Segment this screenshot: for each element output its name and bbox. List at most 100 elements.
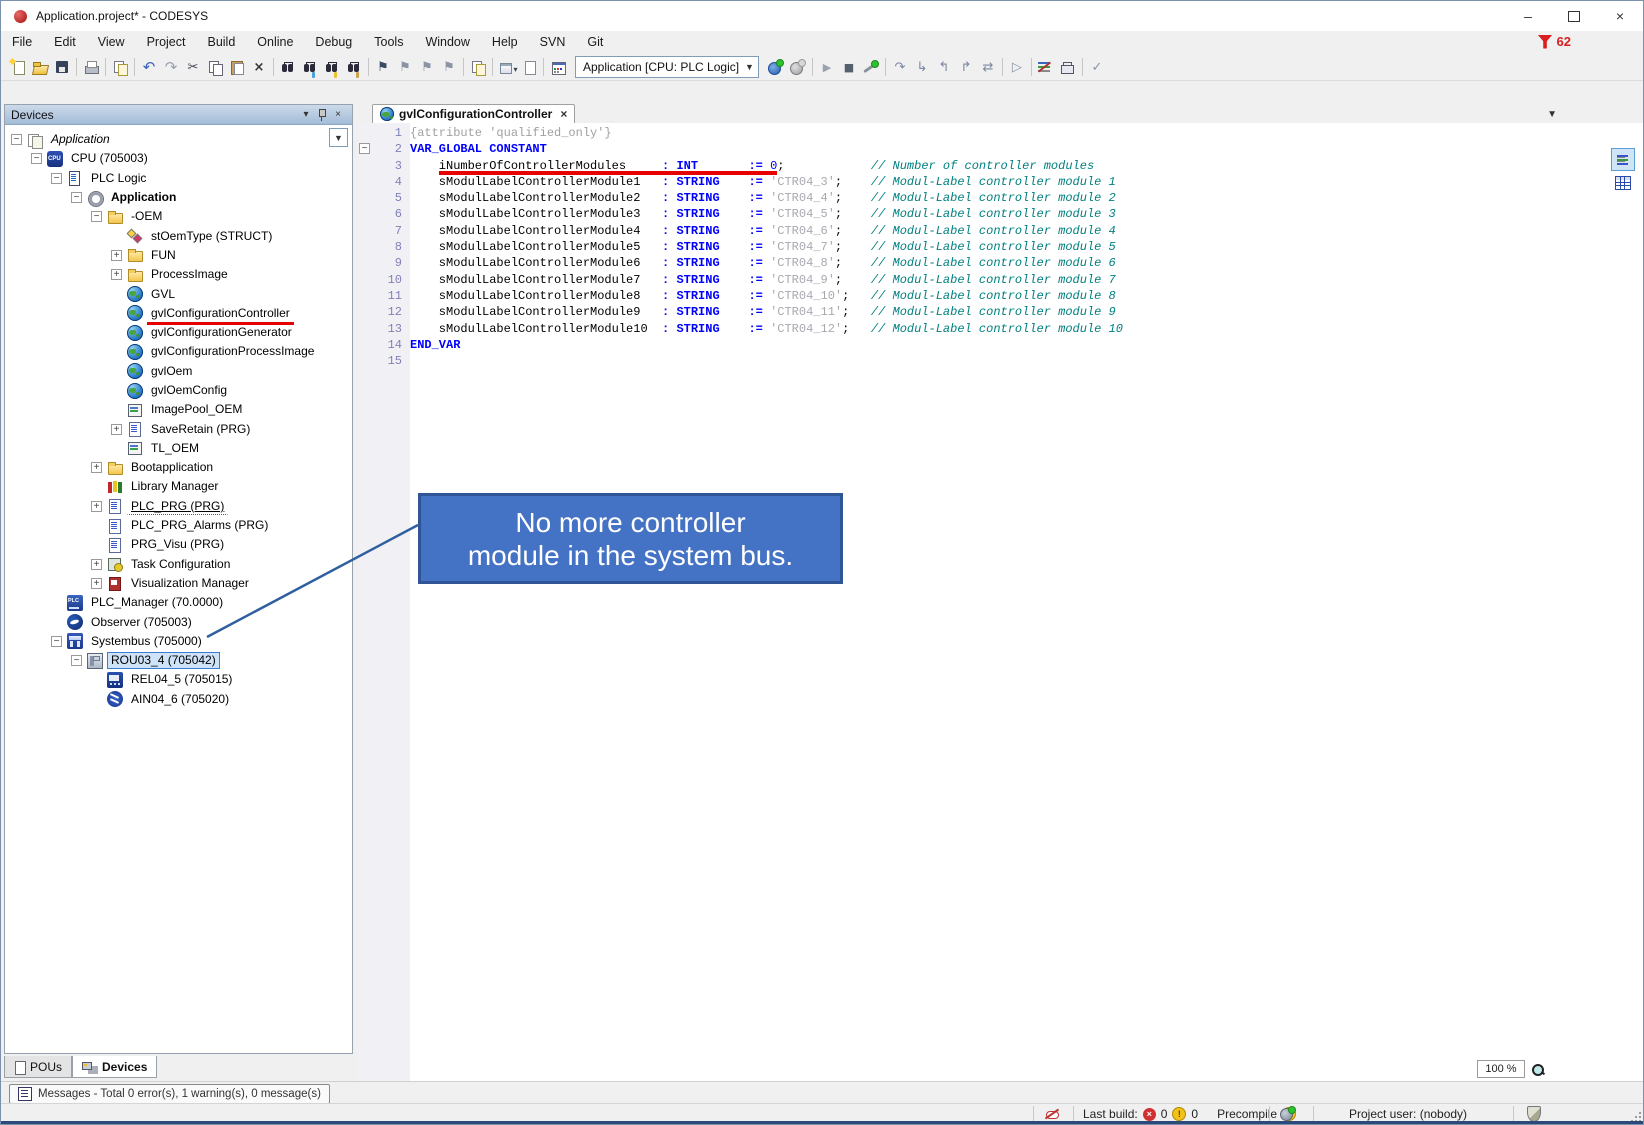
tree-item[interactable]: +Bootapplication xyxy=(5,458,352,477)
editor-zoom-level[interactable]: 100 % xyxy=(1477,1060,1525,1078)
collapse-box[interactable]: − xyxy=(11,134,22,145)
tree-item[interactable]: ImagePool_OEM xyxy=(5,400,352,419)
expand-box[interactable]: + xyxy=(111,424,122,435)
svn-commit-button[interactable]: ✓ xyxy=(1086,56,1108,78)
input-assistant-button[interactable] xyxy=(496,56,518,78)
toggle-bookmark-button[interactable]: ⚑ xyxy=(372,56,394,78)
tree-item[interactable]: stOemType (STRUCT) xyxy=(5,226,352,245)
clear-bookmarks-button[interactable]: ⚑ xyxy=(438,56,460,78)
close-button[interactable]: × xyxy=(1597,1,1643,31)
tree-item[interactable]: gvlConfigurationGenerator xyxy=(5,323,352,342)
compile-status[interactable] xyxy=(1279,1106,1296,1122)
login-button[interactable] xyxy=(765,56,787,78)
cut-button[interactable]: ✂ xyxy=(182,56,204,78)
menu-edit[interactable]: Edit xyxy=(43,31,87,54)
tabular-view-button[interactable] xyxy=(1611,171,1635,194)
menu-project[interactable]: Project xyxy=(136,31,197,54)
editor-zoom-button[interactable] xyxy=(1528,1061,1548,1079)
tree-item[interactable]: +Task Configuration xyxy=(5,555,352,574)
minimize-button[interactable]: – xyxy=(1505,1,1551,31)
tree-item[interactable]: gvlOem xyxy=(5,362,352,381)
tab-list-dropdown[interactable]: ▼ xyxy=(1547,109,1557,120)
menu-git[interactable]: Git xyxy=(576,31,614,54)
print-button[interactable] xyxy=(80,56,102,78)
tree-item[interactable]: Observer (705003) xyxy=(5,612,352,631)
security-status[interactable] xyxy=(1527,1106,1541,1122)
menu-window[interactable]: Window xyxy=(414,31,480,54)
expand-box[interactable]: + xyxy=(111,269,122,280)
expand-box[interactable]: + xyxy=(91,501,102,512)
tab-pous[interactable]: POUs xyxy=(4,1056,72,1078)
tree-item[interactable]: TL_OEM xyxy=(5,439,352,458)
reset-button[interactable]: ⇄ xyxy=(977,56,999,78)
tree-item[interactable]: +Visualization Manager xyxy=(5,574,352,593)
messages-summary-button[interactable]: Messages - Total 0 error(s), 1 warning(s… xyxy=(9,1084,330,1104)
tree-item[interactable]: −-OEM xyxy=(5,207,352,226)
forward-button[interactable]: ▷ xyxy=(1006,56,1028,78)
project-user[interactable]: Project user: (nobody) xyxy=(1349,1106,1467,1122)
tree-item[interactable]: PLC_Manager (70.0000) xyxy=(5,593,352,612)
textual-view-button[interactable] xyxy=(1611,148,1635,171)
active-application-combo[interactable]: Application [CPU: PLC Logic] ▼ xyxy=(575,56,759,78)
tree-item[interactable]: −Application xyxy=(5,130,352,149)
tree-item[interactable]: +ProcessImage xyxy=(5,265,352,284)
menu-build[interactable]: Build xyxy=(196,31,246,54)
export-button[interactable] xyxy=(467,56,489,78)
replace-all-button[interactable] xyxy=(343,56,365,78)
pin-button[interactable] xyxy=(314,108,330,122)
tab-close-icon[interactable]: × xyxy=(560,107,567,121)
previous-bookmark-button[interactable]: ⚑ xyxy=(394,56,416,78)
tree-item[interactable]: GVL xyxy=(5,284,352,303)
collapse-box[interactable]: − xyxy=(31,153,42,164)
tree-item[interactable]: REL04_5 (705015) xyxy=(5,670,352,689)
tree-item[interactable]: −PLC Logic xyxy=(5,169,352,188)
code-editor[interactable]: 1{attribute 'qualified_only'}−2VAR_GLOBA… xyxy=(358,123,1644,1081)
expand-box[interactable]: + xyxy=(111,250,122,261)
tree-item[interactable]: AIN04_6 (705020) xyxy=(5,690,352,709)
tab-gvlconfigurationcontroller[interactable]: gvlConfigurationController × xyxy=(372,104,575,123)
delete-button[interactable]: × xyxy=(248,56,270,78)
menu-online[interactable]: Online xyxy=(246,31,304,54)
find-replace-button[interactable] xyxy=(321,56,343,78)
tree-item[interactable]: −Systembus (705000) xyxy=(5,632,352,651)
tree-item[interactable]: +PLC_PRG (PRG) xyxy=(5,497,352,516)
run-to-cursor-button[interactable]: ↱ xyxy=(955,56,977,78)
incremental-search-button[interactable] xyxy=(299,56,321,78)
step-into-button[interactable]: ↳ xyxy=(911,56,933,78)
new-pou-button[interactable] xyxy=(518,56,540,78)
menu-debug[interactable]: Debug xyxy=(304,31,363,54)
collapse-box[interactable]: − xyxy=(51,636,62,647)
step-over-button[interactable]: ↷ xyxy=(889,56,911,78)
tab-devices[interactable]: Devices xyxy=(72,1056,157,1078)
tree-item[interactable]: Library Manager xyxy=(5,477,352,496)
panel-menu-button[interactable]: ▾ xyxy=(298,108,314,122)
start-button[interactable]: ▶ xyxy=(816,56,838,78)
tree-item[interactable]: gvlConfigurationProcessImage xyxy=(5,342,352,361)
expand-box[interactable]: + xyxy=(91,559,102,570)
watch-list-button[interactable] xyxy=(1057,56,1079,78)
refactoring-button[interactable] xyxy=(547,56,569,78)
tree-item[interactable]: −Application xyxy=(5,188,352,207)
paste-button[interactable] xyxy=(226,56,248,78)
panel-close-button[interactable]: × xyxy=(330,108,346,122)
collapse-box[interactable]: − xyxy=(71,192,82,203)
tree-item[interactable]: PLC_PRG_Alarms (PRG) xyxy=(5,516,352,535)
menu-view[interactable]: View xyxy=(87,31,136,54)
build-button[interactable] xyxy=(860,56,882,78)
collapse-box[interactable]: − xyxy=(71,655,82,666)
notification-filter[interactable]: 62 xyxy=(1538,34,1571,49)
stop-button[interactable]: ■ xyxy=(838,56,860,78)
find-button[interactable] xyxy=(277,56,299,78)
menu-file[interactable]: File xyxy=(1,31,43,54)
redo-button[interactable]: ↷ xyxy=(160,56,182,78)
logout-button[interactable] xyxy=(787,56,809,78)
next-bookmark-button[interactable]: ⚑ xyxy=(416,56,438,78)
tree-item[interactable]: −CPU (705003) xyxy=(5,149,352,168)
tree-dropdown-button[interactable]: ▼ xyxy=(329,128,348,147)
copy-button[interactable] xyxy=(204,56,226,78)
tree-item[interactable]: gvlOemConfig xyxy=(5,381,352,400)
copy-project-button[interactable] xyxy=(109,56,131,78)
device-tree[interactable]: −Application−CPU (705003)−PLC Logic−Appl… xyxy=(5,124,352,1053)
open-project-button[interactable] xyxy=(29,56,51,78)
fold-collapse-box[interactable]: − xyxy=(358,141,372,157)
